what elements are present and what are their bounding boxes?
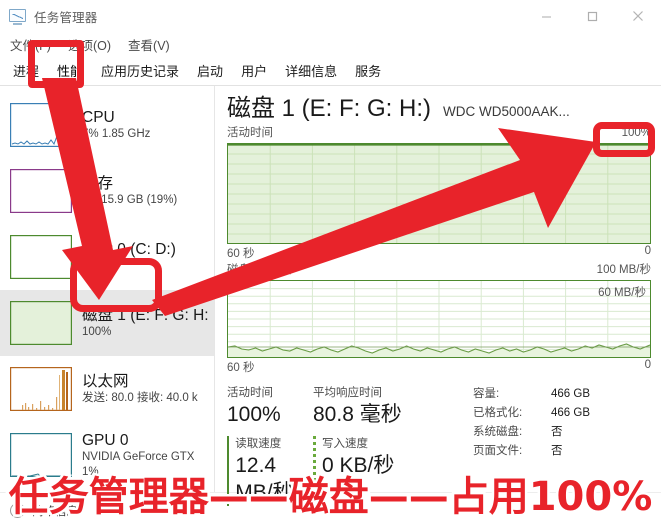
transfer-axis-left: 60 秒	[227, 362, 255, 374]
cpu-mini-graph	[10, 103, 72, 147]
stat-active-time: 活动时间 100%	[227, 385, 313, 428]
stat-write-speed: 写入速度 0 KB/秒	[313, 436, 463, 506]
task-manager-icon	[9, 8, 26, 25]
sidebar-item-label: GPU 0	[82, 431, 129, 449]
menu-item-view[interactable]: 查看(V)	[128, 35, 170, 54]
info-row-formatted: 已格式化: 466 GB	[473, 404, 651, 423]
sidebar-item-cpu[interactable]: CPU 7% 1.85 GHz	[0, 92, 214, 158]
annotation-box-activity-percent	[593, 122, 655, 157]
write-speed-color-key	[313, 436, 316, 506]
tab-strip: 进程 性能 应用历史记录 启动 用户 详细信息 服务	[0, 56, 661, 86]
activity-time-label: 活动时间	[227, 127, 273, 139]
menu-bar: 文件(F) 选项(O) 查看(V)	[0, 32, 661, 56]
transfer-axis-right: 0	[644, 359, 651, 371]
activity-time-graph	[227, 143, 651, 244]
sidebar-item-memory[interactable]: 内存 3.1/15.9 GB (19%)	[0, 158, 214, 224]
minimize-button[interactable]	[523, 0, 569, 32]
disk-info-list: 容量: 466 GB 已格式化: 466 GB 系统磁盘: 否 页面文件: 否	[467, 385, 651, 506]
memory-mini-graph	[10, 169, 72, 213]
info-row-capacity: 容量: 466 GB	[473, 385, 651, 404]
stat-label: 平均响应时间	[313, 387, 382, 399]
transfer-rate-block: 磁盘传输速率 100 MB/秒 60 MB/秒 60 秒 0	[227, 263, 651, 375]
chevron-up-icon[interactable]	[10, 503, 25, 518]
stat-value: 100%	[227, 403, 281, 426]
activity-axis-left: 60 秒	[227, 248, 255, 260]
tab-users[interactable]: 用户	[232, 56, 276, 85]
sidebar-item-sub2: 1%	[82, 465, 99, 478]
sidebar-item-label: 以太网	[82, 373, 129, 390]
transfer-rate-label: 磁盘传输速率	[227, 264, 296, 276]
activity-axis-right: 0	[644, 245, 651, 257]
sidebar-item-sub: NVIDIA GeForce GTX	[82, 450, 195, 463]
sidebar-item-label: 内存	[82, 175, 114, 192]
activity-time-block: 活动时间 100% 60 秒 0	[227, 126, 651, 261]
sidebar-item-label: CPU	[82, 109, 115, 126]
info-value: 否	[551, 426, 563, 438]
tab-startup[interactable]: 启动	[188, 56, 232, 85]
stat-value: 80.8 毫秒	[313, 403, 402, 426]
stat-value: 12.4 MB/秒	[235, 454, 294, 504]
window-title: 任务管理器	[34, 10, 98, 25]
sidebar-item-label: 磁盘 0 (C: D:)	[82, 241, 176, 258]
disk0-mini-graph	[10, 235, 72, 279]
disk-model: WDC WD5000AAK...	[443, 104, 570, 119]
info-key: 容量:	[473, 388, 500, 400]
stat-label: 活动时间	[227, 387, 273, 399]
stat-label: 读取速度	[235, 438, 282, 450]
stat-value: 0 KB/秒	[322, 454, 395, 477]
sidebar-item-sub: 100%	[82, 326, 112, 338]
sidebar-item-sub: 7% 1.85 GHz	[82, 128, 151, 140]
info-key: 已格式化:	[473, 407, 523, 419]
info-row-page-file: 页面文件: 否	[473, 442, 651, 461]
statistics-area: 活动时间 100% 平均响应时间 80.8 毫秒 读取速度 12.4 MB/秒 …	[227, 385, 651, 506]
sidebar-item-gpu[interactable]: GPU 0 NVIDIA GeForce GTX 1%	[0, 422, 214, 488]
info-value: 466 GB	[551, 407, 590, 419]
sidebar-item-sub: 3.1/15.9 GB (19%)	[82, 194, 178, 206]
disk1-mini-graph	[10, 301, 72, 345]
ethernet-mini-graph	[10, 367, 72, 411]
close-button[interactable]	[615, 0, 661, 32]
stat-read-speed: 读取速度 12.4 MB/秒	[227, 436, 313, 506]
transfer-rate-graph: 60 MB/秒	[227, 280, 651, 358]
info-key: 页面文件:	[473, 445, 523, 457]
sidebar-item-sub: 发送: 80.0 接收: 40.0 k	[82, 392, 198, 404]
annotation-box-disk1-item	[70, 258, 162, 312]
info-value: 否	[551, 445, 563, 457]
title-bar: 任务管理器	[0, 0, 661, 32]
info-key: 系统磁盘:	[473, 426, 523, 438]
tab-services[interactable]: 服务	[346, 56, 390, 85]
sidebar-item-ethernet[interactable]: 以太网 发送: 80.0 接收: 40.0 k	[0, 356, 214, 422]
maximize-button[interactable]	[569, 0, 615, 32]
page-title: 磁盘 1 (E: F: G: H:)	[227, 95, 432, 122]
transfer-rate-inner-label: 60 MB/秒	[598, 287, 646, 299]
tab-app-history[interactable]: 应用历史记录	[92, 56, 188, 85]
stat-avg-response: 平均响应时间 80.8 毫秒	[313, 385, 463, 428]
annotation-box-performance-tab	[28, 40, 84, 88]
fewer-details-label[interactable]: 简略信息	[32, 503, 78, 519]
info-row-system-disk: 系统磁盘: 否	[473, 423, 651, 442]
stat-label: 写入速度	[322, 438, 368, 450]
info-value: 466 GB	[551, 388, 590, 400]
transfer-rate-scale: 100 MB/秒	[596, 264, 651, 276]
read-speed-color-key	[227, 436, 230, 506]
tab-details[interactable]: 详细信息	[276, 56, 346, 85]
detail-header: 磁盘 1 (E: F: G: H:) WDC WD5000AAK...	[227, 94, 651, 124]
gpu-mini-graph	[10, 433, 72, 477]
